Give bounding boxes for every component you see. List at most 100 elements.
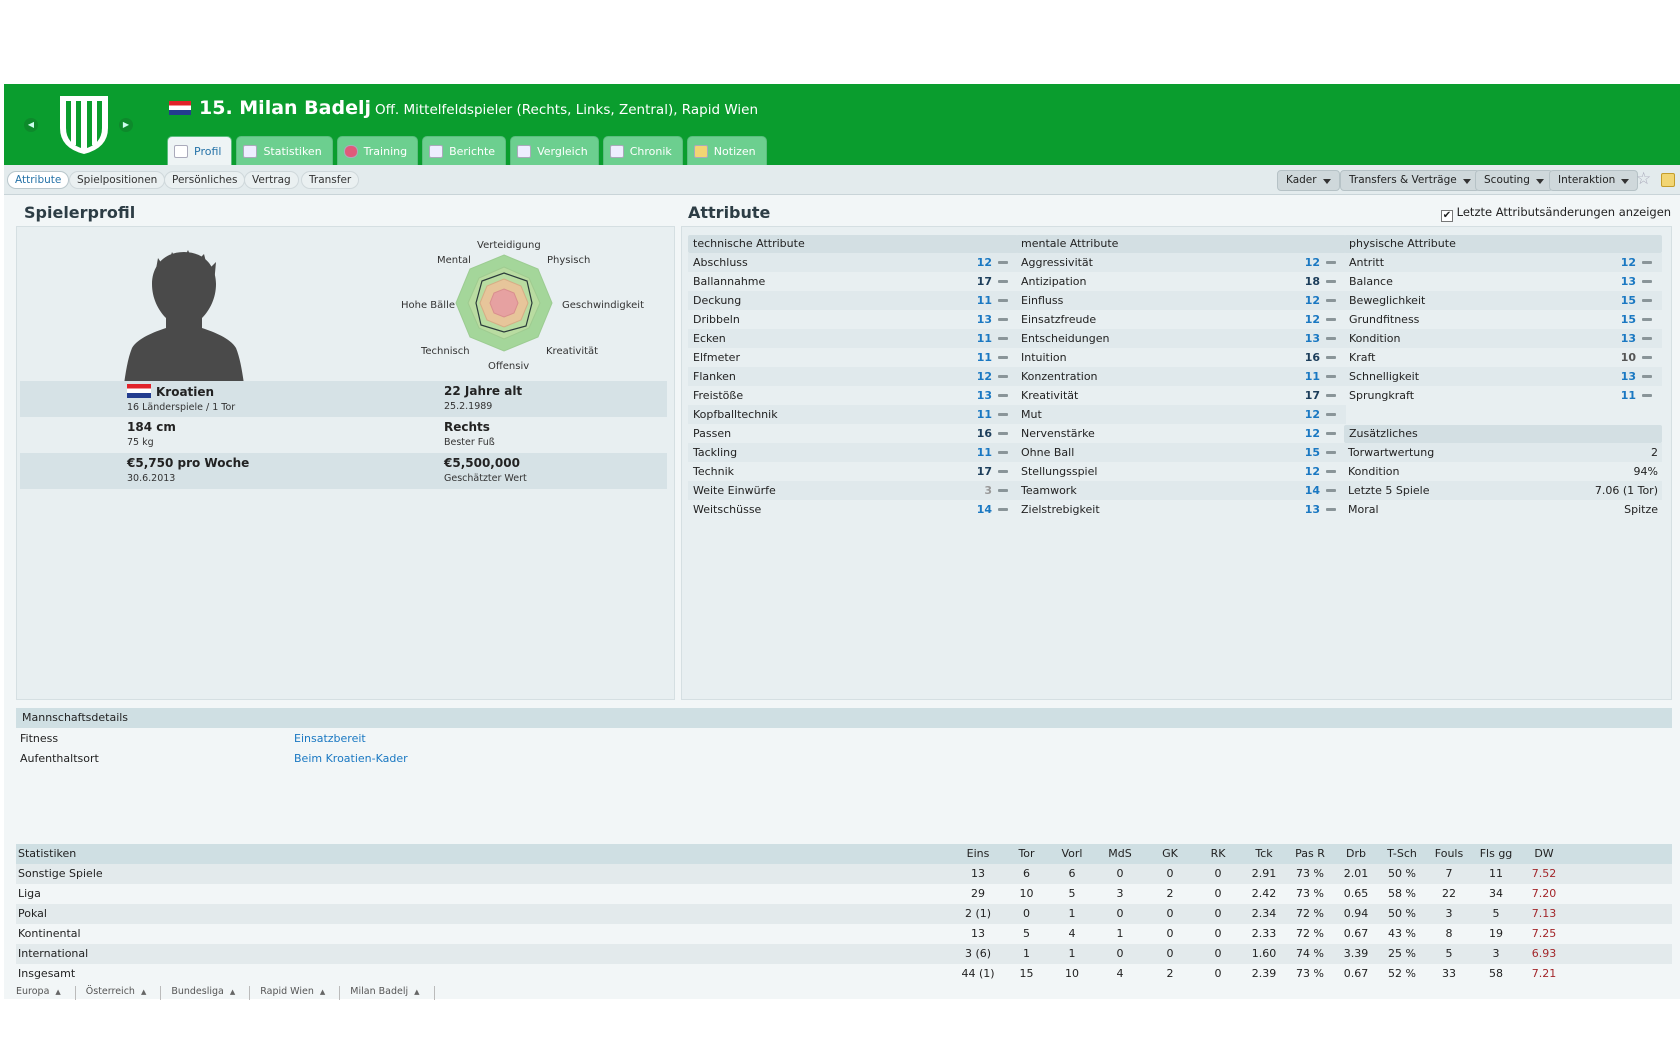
tab-label: Chronik: [629, 144, 672, 158]
attribute-row: Dribbeln 13: [688, 310, 1018, 329]
stats-cell: 0: [1166, 947, 1174, 960]
attribute-name: Beweglichkeit: [1349, 294, 1426, 307]
attribute-name: Teamwork: [1021, 484, 1077, 497]
stats-cell: 3: [1445, 907, 1453, 920]
attribute-name: Ballannahme: [693, 275, 766, 288]
breadcrumb-item[interactable]: Milan Badelj: [350, 986, 435, 1000]
breadcrumb-item[interactable]: Europa: [16, 986, 76, 1000]
contract-end: 30.6.2013: [127, 473, 176, 484]
mental-list: Aggressivität 12 Antizipation 18 Einfluss 12 E…: [1016, 253, 1346, 519]
interaktion-menu[interactable]: Interaktion: [1549, 170, 1639, 191]
dob: 25.2.1989: [444, 401, 493, 412]
attribute-name: Mut: [1021, 408, 1042, 421]
attribute-row: Intuition 16: [1016, 348, 1346, 367]
extra-row: Moral Spitze: [1344, 500, 1662, 519]
tab-notizen[interactable]: Notizen: [686, 136, 767, 165]
attribute-row: Passen 16: [688, 424, 1018, 443]
stats-cell: 7: [1445, 867, 1453, 880]
tab-training[interactable]: Training: [336, 136, 419, 165]
attribute-name: Passen: [693, 427, 732, 440]
subtab-attribute[interactable]: Attribute: [7, 171, 70, 189]
stats-cell: 7.13: [1531, 907, 1557, 920]
stats-cell: 0: [1116, 907, 1124, 920]
stats-cell: 6: [1023, 867, 1030, 880]
stats-cell: Tor: [1018, 847, 1035, 860]
subtab-transfer[interactable]: Transfer: [301, 171, 360, 189]
change-dash-icon: [1642, 356, 1652, 359]
radar-label: Geschwindigkeit: [562, 300, 645, 311]
attribute-name: Intuition: [1021, 351, 1067, 364]
stats-cell: 7.52: [1531, 867, 1557, 880]
breadcrumb-item[interactable]: Bundesliga: [171, 986, 251, 1000]
tab-berichte[interactable]: Berichte: [422, 136, 507, 165]
stats-cell: 50 %: [1388, 907, 1416, 920]
team-value-link[interactable]: Einsatzbereit: [294, 729, 366, 749]
transfers-menu[interactable]: Transfers & Verträge: [1340, 170, 1480, 191]
stats-cell: 72 %: [1296, 907, 1324, 920]
attribute-name: Dribbeln: [693, 313, 740, 326]
foot: Rechts: [444, 420, 490, 434]
stats-cell: 7.20: [1531, 887, 1557, 900]
change-dash-icon: [998, 489, 1008, 492]
attribute-value: 15: [1620, 294, 1636, 307]
stats-cell: 4: [1068, 927, 1076, 940]
stats-cell: 6: [1068, 867, 1076, 880]
tab-chronik[interactable]: Chronik: [602, 136, 683, 165]
stats-cell: 13: [971, 927, 985, 940]
tab-vergleich[interactable]: Vergleich: [510, 136, 599, 165]
next-arrow-icon[interactable]: ▶: [119, 118, 133, 132]
player-header: ◀ ▶ 15. Milan Badelj Off. Mittelfeldspiel…: [4, 84, 1680, 165]
breadcrumb-item[interactable]: Rapid Wien: [260, 986, 341, 1000]
breadcrumb-item[interactable]: Österreich: [86, 986, 162, 1000]
attribute-name: Aggressivität: [1021, 256, 1093, 269]
change-dash-icon: [998, 432, 1008, 435]
attribute-value: 18: [1304, 275, 1320, 288]
stats-cell: 0: [1214, 867, 1222, 880]
stats-row: International 3 (6) 1 1 0 0 0 1.60 74 % 3.39 25 % 5…: [16, 944, 1672, 964]
attribute-row: Kreativität 17: [1016, 386, 1346, 405]
stats-cell: 0: [1214, 947, 1222, 960]
subtab-spielpositionen[interactable]: Spielpositionen: [69, 171, 166, 189]
attribute-value: 16: [1304, 351, 1320, 364]
stats-row: Kontinental 13 5 4 1 0 0 2.33 72 % 0.67 43 % 8 19 7.2…: [16, 924, 1672, 944]
team-key: Fitness: [20, 732, 59, 745]
attribute-value: 15: [1304, 446, 1320, 459]
extra-row: Kondition 94%: [1344, 462, 1662, 481]
attribute-name: Kondition: [1349, 332, 1401, 345]
kader-menu[interactable]: Kader: [1277, 170, 1340, 191]
prev-arrow-icon[interactable]: ◀: [24, 118, 38, 132]
attribute-name: Einsatzfreude: [1021, 313, 1097, 326]
attribute-row: Deckung 11: [688, 291, 1018, 310]
attribute-row: Ohne Ball 15: [1016, 443, 1346, 462]
nation[interactable]: Kroatien: [156, 385, 214, 399]
scouting-menu[interactable]: Scouting: [1475, 170, 1553, 191]
change-dash-icon: [1326, 356, 1336, 359]
attribute-name: Nervenstärke: [1021, 427, 1095, 440]
show-changes-checkbox[interactable]: ✔ Letzte Attributsänderungen anzeigen: [1441, 205, 1671, 222]
change-dash-icon: [998, 299, 1008, 302]
stats-row: Insgesamt 44 (1) 15 10 4 2 0 2.39 73 % 0.67 52 % 33…: [16, 964, 1672, 984]
foot-label: Bester Fuß: [444, 437, 495, 448]
attribute-value: 14: [976, 503, 992, 516]
tab-profil[interactable]: Profil: [167, 136, 233, 165]
tab-statistiken[interactable]: Statistiken: [236, 136, 333, 165]
add-note-icon[interactable]: [1661, 173, 1675, 187]
attribute-value: 13: [976, 389, 992, 402]
attribute-row: Tackling 11: [688, 443, 1018, 462]
extra-header: Zusätzliches: [1344, 425, 1662, 443]
stats-cell: Pas R: [1295, 847, 1325, 860]
player-radar-chart: Verteidigung Physisch Geschwindigkeit Kr…: [372, 228, 644, 374]
attribute-row: Kondition 13: [1344, 329, 1662, 348]
technical-header: technische Attribute: [688, 235, 1018, 253]
team-value-link[interactable]: Beim Kroatien-Kader: [294, 749, 408, 769]
subtab-vertrag[interactable]: Vertrag: [244, 171, 299, 189]
change-dash-icon: [1326, 451, 1336, 454]
stats-label: Statistiken: [18, 847, 77, 860]
subtab-persoenliches[interactable]: Persönliches: [164, 171, 246, 189]
change-dash-icon: [1326, 261, 1336, 264]
favorite-star-icon[interactable]: ☆: [1636, 169, 1651, 189]
training-icon: [343, 144, 358, 158]
checkbox-check-icon[interactable]: ✔: [1441, 210, 1453, 222]
attribute-value: 13: [976, 313, 992, 326]
stats-cell: 2.91: [1251, 867, 1277, 880]
